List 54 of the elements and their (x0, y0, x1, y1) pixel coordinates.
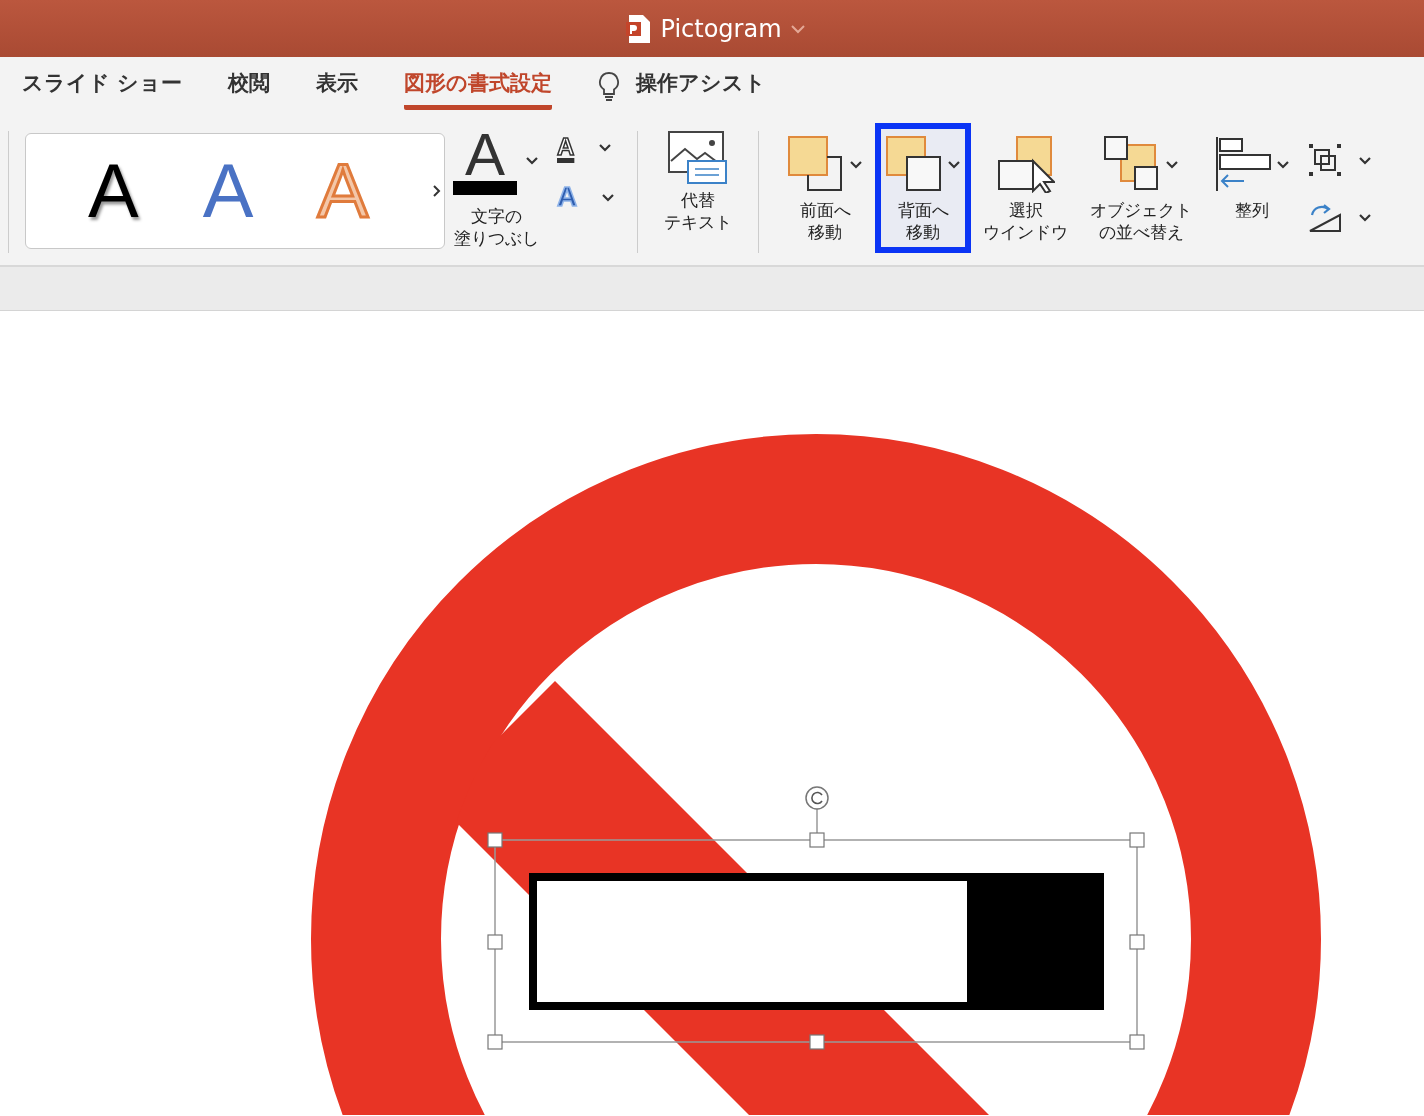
text-fill-glyph: A (465, 125, 505, 185)
caret-icon[interactable] (598, 142, 613, 152)
align-left-icon (1214, 135, 1273, 193)
button-label: 移動 (905, 221, 942, 244)
rotate-icon[interactable] (1308, 201, 1343, 233)
caret-icon[interactable] (525, 155, 539, 165)
button-label: 代替 (680, 189, 717, 212)
chevron-right-icon[interactable] (432, 184, 443, 198)
selection-pane-button[interactable]: 選択 ウインドウ (973, 123, 1079, 254)
caret-icon[interactable] (1358, 212, 1373, 222)
caret-icon[interactable] (1358, 155, 1373, 165)
chevron-down-icon[interactable] (789, 23, 806, 34)
button-label: テキスト (664, 211, 733, 234)
ribbon-tab[interactable]: 図形の書式設定 (404, 61, 553, 111)
layers-icon (885, 135, 944, 193)
wordart-style[interactable]: A (88, 153, 139, 229)
cursor-icon (996, 135, 1055, 193)
wordart-gallery[interactable]: A A A (25, 133, 445, 249)
text-fill-button[interactable]: A (453, 125, 517, 195)
button-label: 背面へ (897, 199, 949, 222)
ribbon-tab[interactable]: スライド ショー (22, 61, 183, 111)
button-label: 選択 (1007, 199, 1044, 222)
window-title: Pictogram (660, 13, 782, 45)
alt-text-button[interactable]: 代替 テキスト (664, 131, 733, 234)
caret-icon[interactable] (1276, 159, 1291, 169)
rectangle-shape[interactable] (529, 873, 1104, 1010)
ribbon-tab[interactable]: 校閲 (228, 61, 271, 111)
button-label: の並べ替え (1097, 221, 1185, 244)
lightbulb-icon (598, 71, 621, 101)
group-icon[interactable] (1308, 143, 1343, 177)
button-label: 移動 (807, 221, 844, 244)
reorder-objects-button[interactable]: オブジェクト の並べ替え (1080, 123, 1203, 254)
tell-me-search[interactable]: 操作アシスト (636, 61, 767, 111)
picture-icon (668, 131, 729, 185)
button-label: 文字の (469, 205, 523, 228)
button-label: 塗りつぶし (453, 227, 539, 250)
ribbon-tab[interactable]: 表示 (316, 61, 359, 111)
caret-icon[interactable] (1165, 159, 1180, 169)
color-bar (453, 181, 517, 195)
selection-frame[interactable] (487, 807, 1145, 1050)
caret-icon[interactable] (849, 159, 864, 169)
button-label: オブジェクト (1090, 199, 1193, 222)
bring-forward-button[interactable]: 前面へ 移動 (777, 123, 874, 254)
wordart-style[interactable]: A (202, 153, 254, 229)
button-label: 整列 (1235, 199, 1270, 222)
send-backward-button[interactable]: 背面へ 移動 (875, 123, 972, 254)
caret-icon[interactable] (601, 192, 616, 202)
button-label: 前面へ (799, 199, 851, 222)
rotate-handle-icon[interactable] (805, 786, 829, 810)
text-effects-button[interactable]: A (557, 183, 578, 211)
align-button[interactable]: 整列 (1204, 123, 1301, 232)
document-icon (626, 13, 653, 44)
caret-icon[interactable] (947, 159, 962, 169)
button-label: ウインドウ (983, 221, 1069, 244)
